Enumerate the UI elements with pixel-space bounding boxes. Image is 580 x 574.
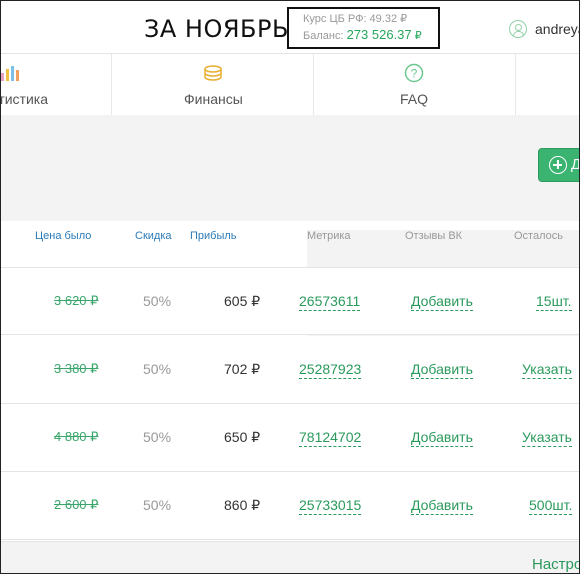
- discount: 50%: [143, 497, 172, 513]
- nav-item-label: Финансы: [184, 91, 243, 107]
- vk-add-link[interactable]: Добавить: [411, 429, 473, 447]
- vk-add-link[interactable]: Добавить: [411, 497, 473, 515]
- profit: 702 ₽: [224, 361, 261, 377]
- coins-icon: [204, 65, 222, 81]
- nav-item-finance[interactable]: Финансы: [112, 54, 314, 115]
- discount: 50%: [143, 429, 172, 445]
- col-header-profit[interactable]: Прибыль: [190, 230, 237, 242]
- question-icon: ?: [404, 63, 424, 83]
- user-icon: [509, 20, 527, 38]
- nav-item-statistics[interactable]: тистика: [0, 54, 112, 115]
- remaining-link[interactable]: 15шт.: [536, 293, 572, 311]
- table-header: Цена было Скидка Прибыль Метрика Отзывы …: [1, 221, 579, 336]
- vk-add-link[interactable]: Добавить: [411, 293, 473, 311]
- metric-link[interactable]: 26573611: [299, 293, 361, 311]
- page-title: ЗА НОЯБРЬ: [144, 15, 289, 43]
- bar-chart-icon: [1, 66, 19, 81]
- main-nav: тистика Финансы ? FAQ: [0, 53, 579, 116]
- user-menu[interactable]: andreya: [509, 20, 579, 38]
- exchange-rate: Курс ЦБ РФ: 49.32 ₽: [303, 13, 408, 25]
- plus-circle-icon: [549, 156, 567, 174]
- balance-line: Баланс: 273 526.37 ₽: [303, 27, 438, 44]
- svg-text:?: ?: [411, 67, 418, 81]
- metric-link[interactable]: 25287923: [299, 361, 362, 379]
- table-row: 2 600 ₽ 50% 860 ₽ 25733015 Добавить 500ш…: [1, 472, 579, 540]
- add-button-label: Д: [571, 156, 579, 173]
- discount: 50%: [143, 361, 172, 377]
- balance-value: 273 526.37: [346, 27, 412, 42]
- remaining-link[interactable]: Указать: [522, 361, 572, 379]
- footer-bar: Настро: [1, 541, 579, 573]
- rate-balance-box: Курс ЦБ РФ: 49.32 ₽ Баланс: 273 526.37 ₽: [287, 7, 440, 49]
- nav-item-faq[interactable]: ? FAQ: [314, 54, 516, 115]
- app-window: ЗА НОЯБРЬ Курс ЦБ РФ: 49.32 ₽ Баланс: 27…: [0, 0, 580, 574]
- settings-link[interactable]: Настро: [532, 556, 579, 573]
- balance-currency: ₽: [414, 30, 422, 42]
- col-header-discount[interactable]: Скидка: [135, 230, 172, 242]
- nav-item-label: тистика: [0, 91, 48, 107]
- vk-add-link[interactable]: Добавить: [411, 361, 473, 379]
- table-row: 3 620 ₽ 50% 605 ₽ 26573611 Добавить 15шт…: [1, 267, 579, 335]
- profit: 860 ₽: [224, 497, 261, 513]
- table-row: 4 880 ₽ 50% 650 ₽ 78124702 Добавить Указ…: [1, 404, 579, 472]
- toolbar-area: [1, 115, 579, 221]
- discount: 50%: [143, 293, 172, 309]
- balance-label: Баланс:: [303, 30, 344, 42]
- username: andreya: [535, 21, 579, 37]
- old-price: 2 600 ₽: [54, 497, 99, 512]
- old-price: 4 880 ₽: [54, 429, 99, 444]
- profit: 650 ₽: [224, 429, 261, 445]
- metric-link[interactable]: 25733015: [299, 497, 362, 515]
- profit: 605 ₽: [224, 293, 261, 309]
- old-price: 3 620 ₽: [54, 293, 99, 308]
- nav-item-label: FAQ: [400, 91, 429, 107]
- col-header-old-price[interactable]: Цена было: [35, 230, 91, 242]
- metric-link[interactable]: 78124702: [299, 429, 362, 447]
- remaining-link[interactable]: Указать: [522, 429, 572, 447]
- table-row: 3 380 ₽ 50% 702 ₽ 25287923 Добавить Указ…: [1, 336, 579, 404]
- old-price: 3 380 ₽: [54, 361, 99, 376]
- remaining-link[interactable]: 500шт.: [529, 497, 573, 515]
- add-button[interactable]: Д: [538, 148, 579, 182]
